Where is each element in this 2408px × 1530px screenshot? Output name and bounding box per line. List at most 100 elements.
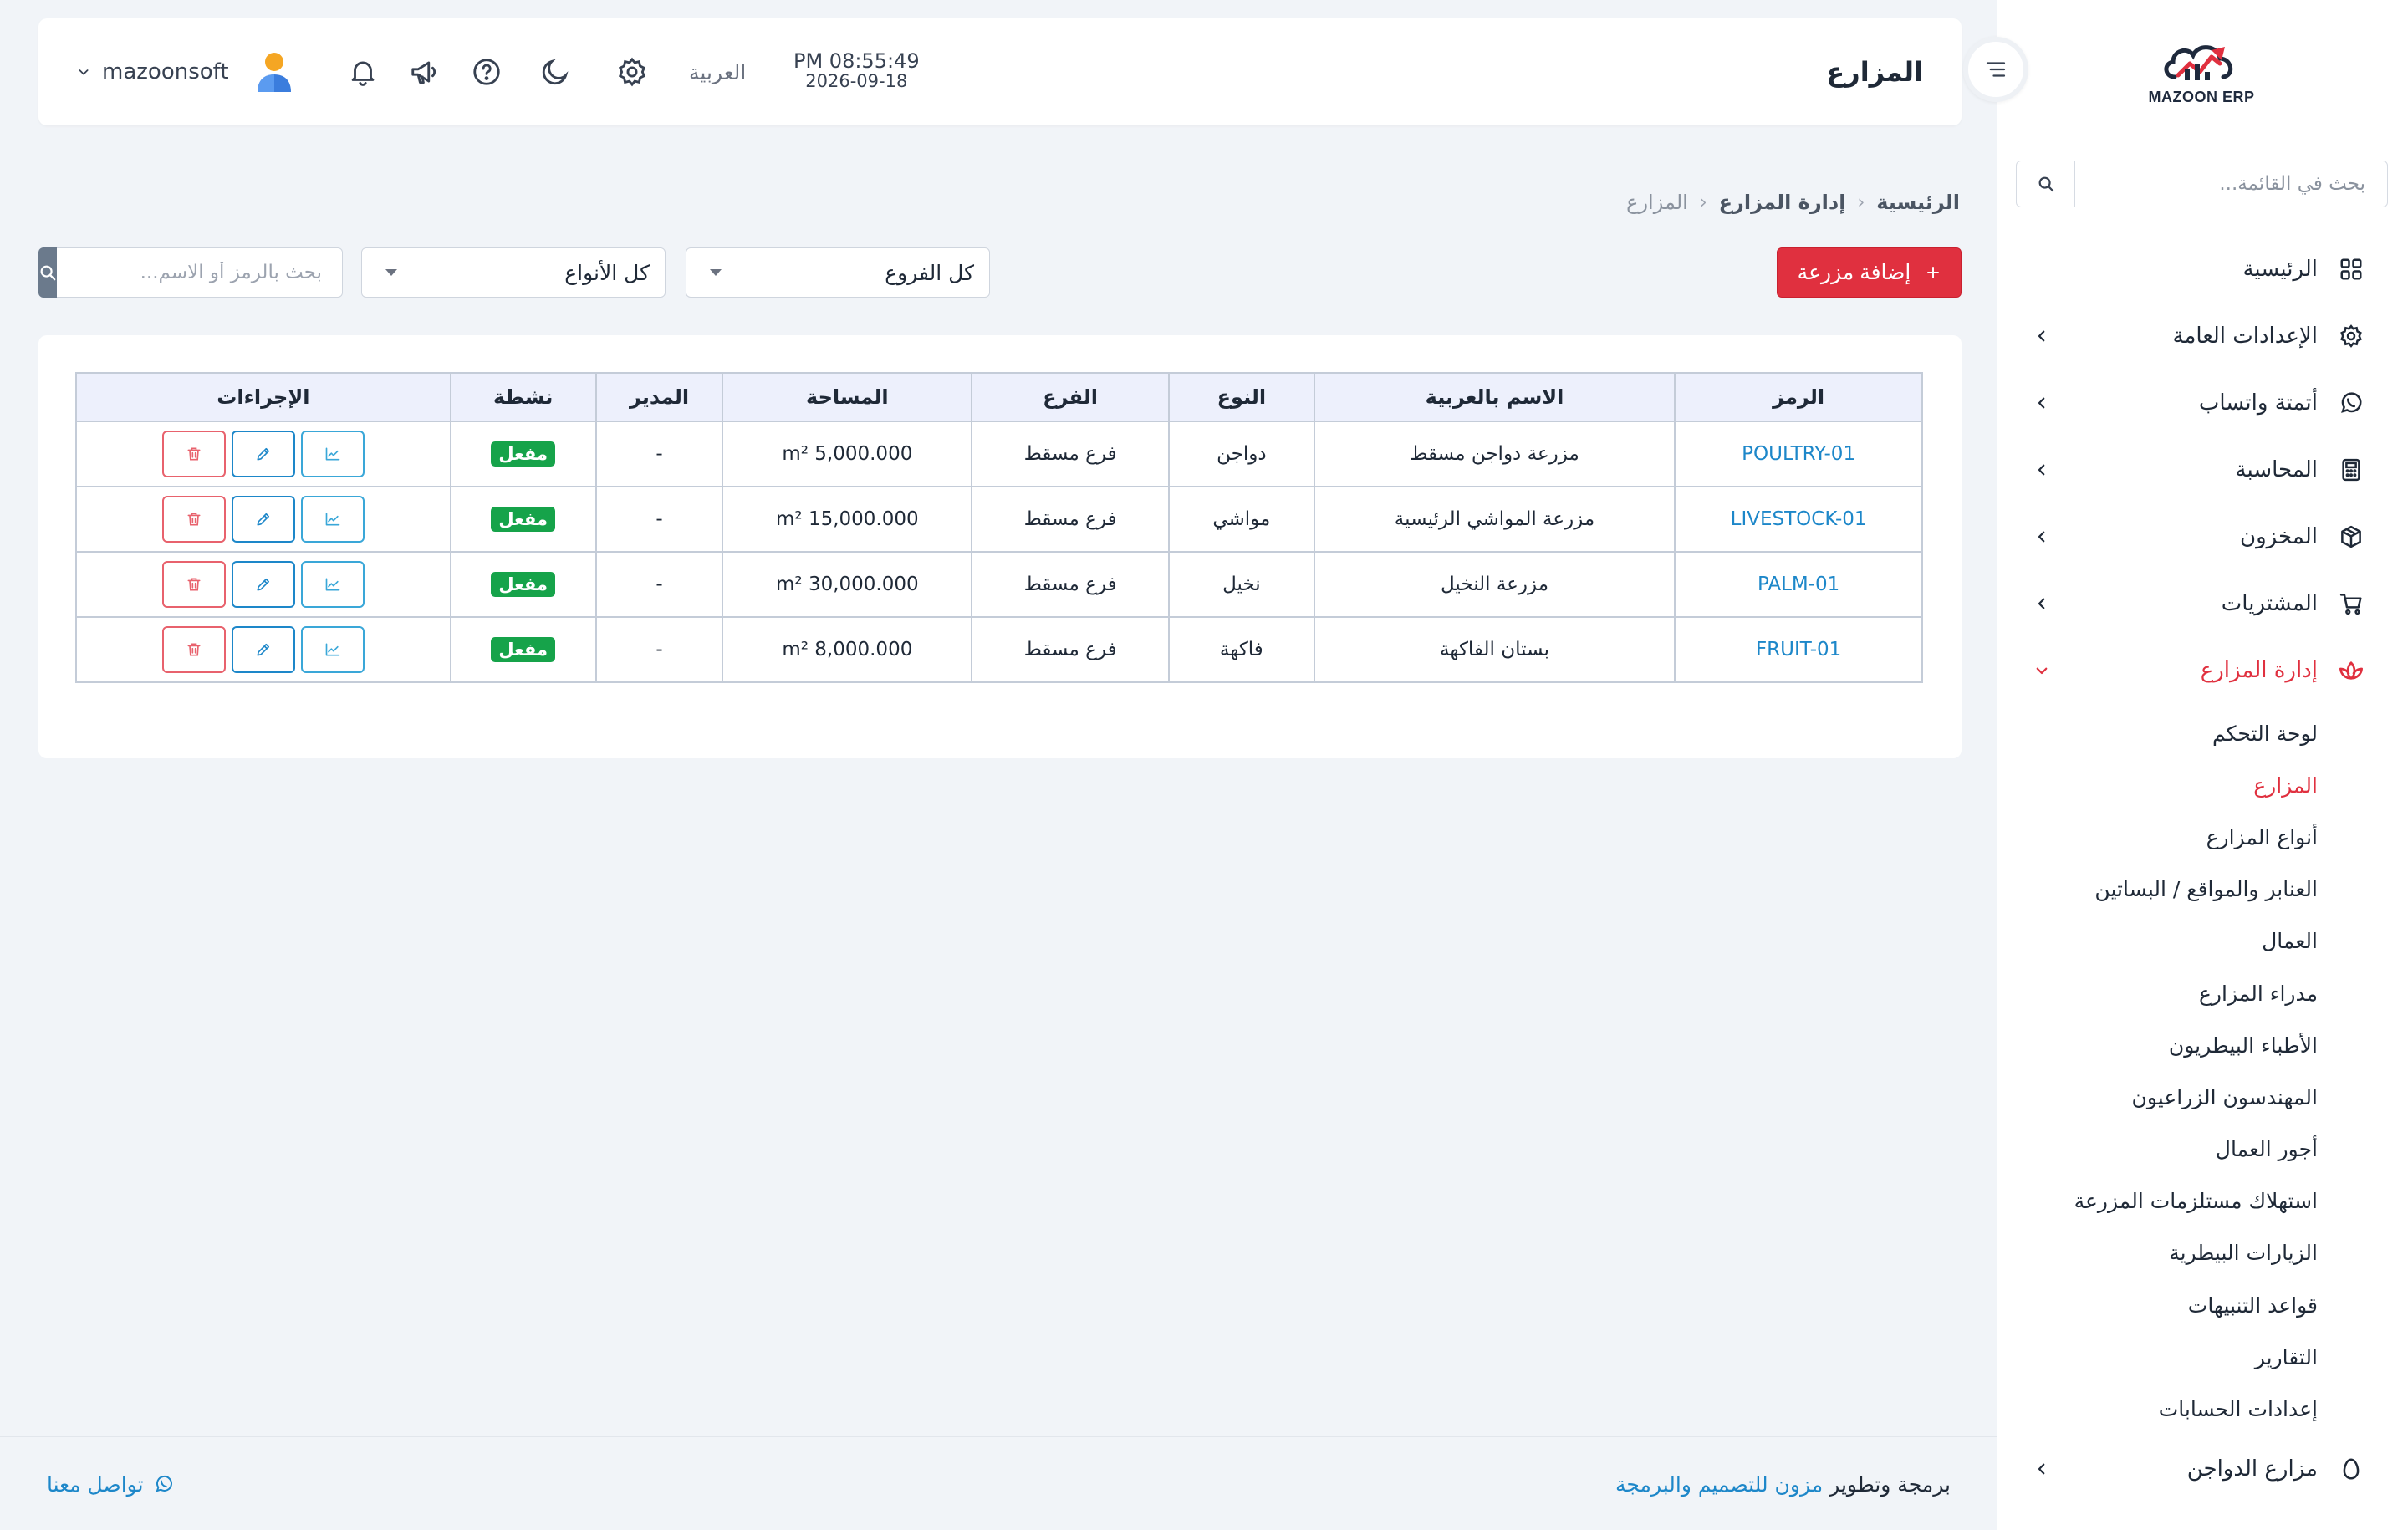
settings-icon[interactable] xyxy=(614,54,650,90)
contact-us-link[interactable]: تواصل معنا xyxy=(47,1437,174,1530)
sidebar-item-general-settings[interactable]: الإعدادات العامة xyxy=(1997,303,2408,370)
stats-button[interactable] xyxy=(300,431,365,477)
cell-actions xyxy=(75,486,452,553)
menu-icon xyxy=(1986,62,2006,77)
submenu-item-alert-rules[interactable]: قواعد التنبيهات xyxy=(1997,1279,2408,1331)
cell-type: نخيل xyxy=(1167,551,1315,618)
add-farm-label: إضافة مزرعة xyxy=(1797,261,1911,284)
logo[interactable]: MAZOON ERP xyxy=(2146,38,2257,112)
cell-actions xyxy=(75,421,452,487)
egg-icon xyxy=(2336,1454,2366,1484)
delete-button[interactable] xyxy=(161,496,226,543)
cell-branch: فرع مسقط xyxy=(971,421,1170,487)
calculator-icon xyxy=(2336,455,2366,485)
search-button[interactable] xyxy=(38,247,57,298)
cell-name: مزرعة النخيل xyxy=(1313,551,1676,618)
chevron-left-icon xyxy=(2034,329,2049,344)
col-header-manager[interactable]: المدير xyxy=(594,372,724,422)
dark-mode-icon[interactable] xyxy=(537,54,574,90)
submenu-item-farms[interactable]: المزارع xyxy=(1997,759,2408,811)
whatsapp-icon xyxy=(2336,388,2366,418)
sidebar-toggle-button[interactable] xyxy=(1963,37,2028,102)
chevron-icon: ‹ xyxy=(1857,191,1865,213)
stats-button[interactable] xyxy=(300,496,365,543)
table-row: POULTRY-01 مزرعة دواجن مسقط دواجن فرع مس… xyxy=(75,421,1923,487)
edit-button[interactable] xyxy=(231,496,295,543)
edit-button[interactable] xyxy=(231,561,295,608)
col-header-actions: الإجراءات xyxy=(75,372,452,422)
edit-button[interactable] xyxy=(231,431,295,477)
farm-search-input[interactable] xyxy=(57,247,343,298)
sidebar-item-label: مزارع الدواجن xyxy=(2186,1456,2318,1482)
submenu-item-farm-types[interactable]: أنواع المزارع xyxy=(1997,811,2408,863)
sidebar-item-poultry-farms[interactable]: مزارع الدواجن xyxy=(1997,1436,2408,1502)
col-header-branch[interactable]: الفرع xyxy=(971,372,1170,422)
breadcrumb-home[interactable]: الرئيسية xyxy=(1876,191,1960,214)
cart-icon xyxy=(2336,589,2366,619)
submenu-item-supplies-consumption[interactable]: استهلاك مستلزمات المزرعة xyxy=(1997,1176,2408,1227)
breadcrumb-farm-management[interactable]: إدارة المزارع xyxy=(1719,191,1846,214)
col-header-name[interactable]: الاسم بالعربية xyxy=(1313,372,1676,422)
help-icon[interactable] xyxy=(468,54,505,90)
sidebar-item-purchases[interactable]: المشتريات xyxy=(1997,570,2408,637)
cell-active: مفعل xyxy=(449,486,597,553)
sidebar-item-inventory[interactable]: المخزون xyxy=(1997,503,2408,570)
user-menu[interactable]: mazoonsoft xyxy=(77,18,294,125)
col-header-active[interactable]: نشطة xyxy=(449,372,597,422)
add-farm-button[interactable]: إضافة مزرعة xyxy=(1777,247,1962,298)
cell-manager: - xyxy=(594,616,724,683)
language-switch[interactable]: العربية xyxy=(689,18,746,125)
branch-select[interactable]: كل الفروع xyxy=(686,247,990,298)
submenu-item-veterinarians[interactable]: الأطباء البيطريون xyxy=(1997,1019,2408,1071)
cell-active: مفعل xyxy=(449,421,597,487)
chevron-down-icon xyxy=(2034,663,2049,678)
submenu-item-dashboard[interactable]: لوحة التحكم xyxy=(1997,707,2408,759)
farms-card: الرمز الاسم بالعربية النوع الفرع المساحة… xyxy=(38,335,1962,758)
stats-button[interactable] xyxy=(300,626,365,673)
trash-icon xyxy=(187,447,201,461)
footer-credit-prefix: برمجة وتطوير xyxy=(1829,1471,1951,1497)
delete-button[interactable] xyxy=(161,431,226,477)
delete-button[interactable] xyxy=(161,626,226,673)
cell-branch: فرع مسقط xyxy=(971,486,1170,553)
sidebar-item-whatsapp[interactable]: أتمتة واتساب xyxy=(1997,370,2408,436)
chart-icon xyxy=(325,643,340,656)
sidebar-item-home[interactable]: الرئيسية xyxy=(1997,236,2408,303)
type-select[interactable]: كل الأنواع xyxy=(361,247,666,298)
footer-credit-link[interactable]: مزون للتصميم والبرمجة xyxy=(1615,1472,1823,1497)
sidebar-search-input[interactable] xyxy=(2075,161,2387,207)
submenu-item-worker-wages[interactable]: أجور العمال xyxy=(1997,1124,2408,1176)
submenu-item-farm-managers[interactable]: مدراء المزارع xyxy=(1997,967,2408,1019)
lotus-icon xyxy=(2336,655,2366,686)
col-header-code[interactable]: الرمز xyxy=(1674,372,1923,422)
sidebar-item-farm-management[interactable]: إدارة المزارع xyxy=(1997,637,2408,704)
cell-code[interactable]: LIVESTOCK-01 xyxy=(1674,486,1923,553)
submenu-item-account-settings[interactable]: إعدادات الحسابات xyxy=(1997,1383,2408,1435)
search-icon[interactable] xyxy=(2017,161,2075,207)
edit-button[interactable] xyxy=(231,626,295,673)
bell-icon[interactable] xyxy=(344,54,381,90)
col-header-type[interactable]: النوع xyxy=(1167,372,1315,422)
col-header-area[interactable]: المساحة xyxy=(722,372,973,422)
caret-down-icon xyxy=(384,268,399,278)
farms-table: الرمز الاسم بالعربية النوع الفرع المساحة… xyxy=(75,372,1923,683)
cell-code[interactable]: POULTRY-01 xyxy=(1674,421,1923,487)
cell-code[interactable]: FRUIT-01 xyxy=(1674,616,1923,683)
stats-button[interactable] xyxy=(300,561,365,608)
cell-area: 8,000.000 m² xyxy=(722,616,973,683)
cell-code[interactable]: PALM-01 xyxy=(1674,551,1923,618)
submenu-item-vet-visits[interactable]: الزيارات البيطرية xyxy=(1997,1227,2408,1279)
table-row: PALM-01 مزرعة النخيل نخيل فرع مسقط 30,00… xyxy=(75,551,1923,618)
sidebar-item-accounting[interactable]: المحاسبة xyxy=(1997,436,2408,503)
footer-contact-label: تواصل معنا xyxy=(47,1471,144,1497)
submenu-item-workers[interactable]: العمال xyxy=(1997,915,2408,967)
caret-down-icon xyxy=(708,268,723,278)
delete-button[interactable] xyxy=(161,561,226,608)
announcement-icon[interactable] xyxy=(406,54,443,90)
submenu-item-agri-engineers[interactable]: المهندسون الزراعيون xyxy=(1997,1071,2408,1123)
cell-manager: - xyxy=(594,421,724,487)
submenu-item-reports[interactable]: التقارير xyxy=(1997,1331,2408,1383)
cell-active: مفعل xyxy=(449,551,597,618)
submenu-item-wards-locations[interactable]: العنابر والمواقع / البساتين xyxy=(1997,864,2408,915)
table-row: FRUIT-01 بستان الفاكهة فاكهة فرع مسقط 8,… xyxy=(75,616,1923,683)
